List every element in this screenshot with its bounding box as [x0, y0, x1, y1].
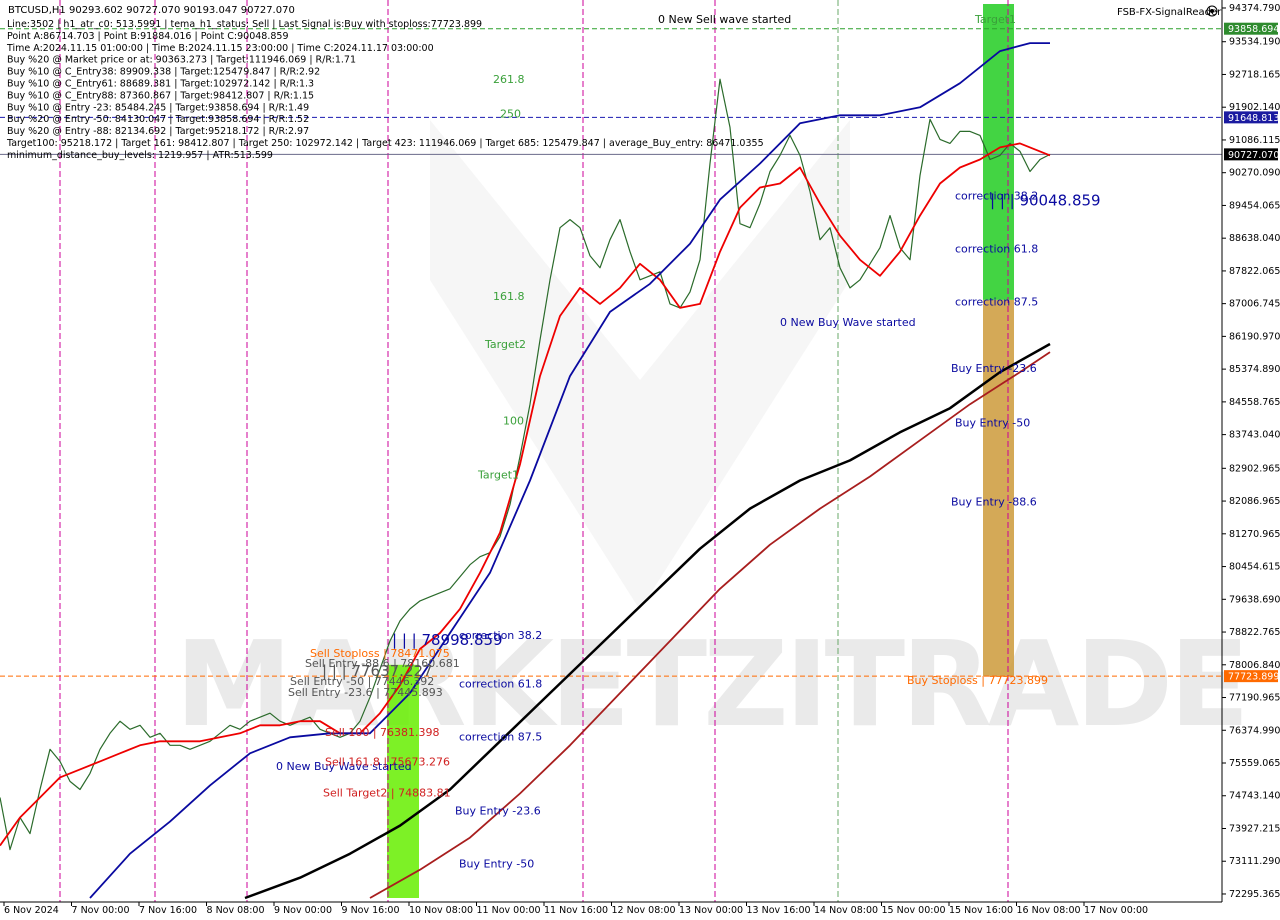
annotation-label: 261.8: [493, 73, 525, 86]
annotation-label: 0 New Sell wave started: [658, 13, 791, 26]
y-tick-label: 91086.115: [1229, 135, 1280, 146]
annotation-label: 250: [500, 107, 521, 120]
x-tick-label: 10 Nov 08:00: [409, 905, 473, 916]
annotation-label: correction 61.8: [459, 678, 542, 691]
y-tick-label: 75559.065: [1229, 758, 1280, 769]
y-tick-label: 78822.765: [1229, 627, 1280, 638]
annotation-label: Sell 100 | 76381.398: [325, 726, 440, 739]
x-tick-label: 7 Nov 16:00: [139, 905, 197, 916]
annotation-label: Buy Entry -23.6: [455, 805, 541, 818]
y-tick-label: 81270.965: [1229, 529, 1280, 540]
y-tick-label: 72295.365: [1229, 889, 1280, 900]
y-tick-label: 82902.965: [1229, 463, 1280, 474]
annotation-label: 100: [503, 414, 524, 427]
info-line: Buy %20 @ Entry -50: 84130.047 | Target:…: [7, 114, 309, 125]
price-label-text: 90727.070: [1228, 150, 1279, 161]
y-tick-label: 92718.165: [1229, 69, 1280, 80]
price-label-text: 93858.694: [1228, 24, 1279, 35]
y-tick-label: 89454.065: [1229, 200, 1280, 211]
y-tick-label: 87006.745: [1229, 299, 1280, 310]
y-tick-label: 84558.765: [1229, 397, 1280, 408]
annotation-label: Target1: [974, 13, 1016, 26]
annotation-label: Target2: [484, 338, 526, 351]
x-tick-label: 7 Nov 00:00: [72, 905, 130, 916]
annotation-label: Sell Entry -23.6 | 77445.893: [288, 686, 443, 699]
annotation-label: 0 New Buy Wave started: [780, 316, 916, 329]
y-tick-label: 78006.840: [1229, 660, 1280, 671]
price-label-text: 91648.813: [1228, 113, 1279, 124]
x-axis-ticks: 6 Nov 2024 7 Nov 00:00 7 Nov 16:00 8 Nov 08…: [3, 902, 1148, 916]
info-line: Buy %10 @ C_Entry61: 88689.381 | Target:…: [7, 79, 314, 90]
x-tick-label: 13 Nov 16:00: [747, 905, 811, 916]
y-tick-label: 73111.290: [1229, 856, 1280, 867]
x-tick-label: 8 Nov 08:00: [207, 905, 265, 916]
y-tick-label: 79638.690: [1229, 594, 1280, 605]
y-tick-label: 83743.040: [1229, 430, 1280, 441]
info-line: Target100: 95218.172 | Target 161: 98412…: [6, 138, 764, 149]
annotation-label: correction 61.8: [955, 243, 1038, 256]
y-tick-label: 82086.965: [1229, 496, 1280, 507]
x-tick-label: 14 Nov 08:00: [814, 905, 878, 916]
x-tick-label: 17 Nov 00:00: [1084, 905, 1148, 916]
x-tick-label: 6 Nov 2024: [4, 905, 59, 916]
x-tick-label: 16 Nov 08:00: [1017, 905, 1081, 916]
x-tick-label: 15 Nov 16:00: [949, 905, 1013, 916]
annotation-label: Buy Entry -88.6: [951, 495, 1037, 508]
symbol-header: BTCUSD,H1 90293.602 90727.070 90193.047 …: [8, 5, 295, 16]
annotation-label: Sell 161.8 | 75673.276: [325, 755, 450, 768]
info-line: Buy %10 @ Entry -23: 85484.245 | Target:…: [7, 102, 309, 113]
y-tick-label: 93534.190: [1229, 37, 1280, 48]
y-tick-label: 86190.970: [1229, 331, 1280, 342]
annotation-label: Buy Entry -50: [955, 416, 1030, 429]
info-line: Point A:86714.703 | Point B:91884.016 | …: [7, 31, 289, 42]
info-line: Buy %20 @ Market price or at: 90363.273 …: [7, 55, 356, 66]
y-tick-label: 94374.790: [1229, 3, 1280, 14]
annotation-label: correction 87.5: [955, 296, 1038, 309]
annotation-label: Sell Target2 | 74883.81: [323, 787, 451, 800]
info-line: Buy %10 @ C_Entry88: 87360.867 | Target:…: [7, 90, 314, 101]
zone-rect: [983, 299, 1014, 677]
y-tick-label: 77190.965: [1229, 693, 1280, 704]
info-line: Buy %20 @ Entry -88: 82134.692 | Target:…: [7, 126, 309, 137]
indicator-name: FSB-FX-SignalReader: [1117, 7, 1222, 18]
annotation-label: | | | 77637.227: [322, 662, 433, 680]
info-line: Line:3502 | h1_atr_c0: 513.5991 | tema_h…: [7, 19, 482, 30]
annotation-label: correction 38.2: [459, 629, 542, 642]
annotation-label: | | | 90048.859: [990, 192, 1101, 210]
annotation-label: correction 87.5: [459, 730, 542, 743]
x-tick-label: 12 Nov 08:00: [612, 905, 676, 916]
annotation-label: Buy Entry -23.6: [951, 362, 1037, 375]
annotation-label: Buy Entry -50: [459, 858, 534, 871]
x-tick-label: 11 Nov 00:00: [477, 905, 541, 916]
annotation-label: Buy Stoploss | 77723.899: [907, 674, 1048, 687]
x-tick-label: 13 Nov 00:00: [679, 905, 743, 916]
info-line: Time A:2024.11.15 01:00:00 | Time B:2024…: [6, 43, 434, 54]
y-tick-label: 87822.065: [1229, 266, 1280, 277]
info-line: Buy %10 @ C_Entry38: 89909.338 | Target:…: [7, 67, 320, 78]
annotation-label: Target1: [477, 468, 519, 481]
x-tick-label: 15 Nov 00:00: [882, 905, 946, 916]
price-label-text: 77723.899: [1228, 672, 1279, 683]
chart: MARKETZITRADE 0 New Sell wave started Tar…: [0, 0, 1280, 920]
y-tick-label: 76374.990: [1229, 725, 1280, 736]
y-tick-label: 90270.090: [1229, 168, 1280, 179]
y-tick-label: 73927.215: [1229, 823, 1280, 834]
x-tick-label: 9 Nov 00:00: [274, 905, 332, 916]
y-tick-label: 80454.615: [1229, 562, 1280, 573]
y-tick-label: 85374.890: [1229, 364, 1280, 375]
info-line: minimum_distance_buy_levels: 1219.957 | …: [7, 150, 273, 161]
x-tick-label: 9 Nov 16:00: [342, 905, 400, 916]
y-tick-label: 74743.140: [1229, 791, 1280, 802]
y-tick-label: 88638.040: [1229, 233, 1280, 244]
x-tick-label: 11 Nov 16:00: [544, 905, 608, 916]
annotation-label: 161.8: [493, 290, 525, 303]
